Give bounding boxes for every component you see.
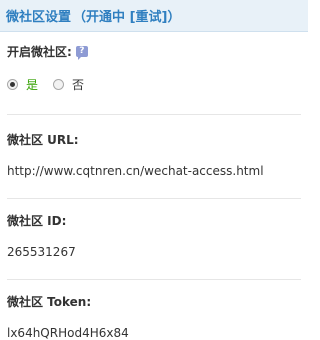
panel-header: 微社区设置 （开通中 [重试]） xyxy=(0,0,308,32)
status-text: （开通中 [重试]） xyxy=(73,6,180,25)
radio-no-label[interactable]: 否 xyxy=(72,76,84,93)
community-settings-panel: 微社区设置 （开通中 [重试]） 开启微社区: ? 是 否 微社区 URL: h… xyxy=(0,0,308,340)
id-label: 微社区 ID: xyxy=(7,214,67,228)
id-value: 265531267 xyxy=(7,245,76,259)
radio-yes-label[interactable]: 是 xyxy=(26,76,38,93)
help-icon[interactable]: ? xyxy=(75,46,88,60)
token-section: 微社区 Token: lx64hQRHod4H6x84 xyxy=(0,280,308,340)
url-section: 微社区 URL: http://www.cqtnren.cn/wechat-ac… xyxy=(0,115,308,178)
enable-section: 开启微社区: ? 是 否 xyxy=(0,32,308,93)
token-value: lx64hQRHod4H6x84 xyxy=(7,326,129,340)
reset-link[interactable]: [重试] xyxy=(130,10,168,25)
radio-yes[interactable] xyxy=(7,79,18,90)
enable-label: 开启微社区: xyxy=(7,45,72,59)
enable-radio-group: 是 否 xyxy=(7,76,308,93)
status-close: ） xyxy=(167,10,181,25)
url-label: 微社区 URL: xyxy=(7,133,79,147)
token-label: 微社区 Token: xyxy=(7,295,92,309)
enable-label-row: 开启微社区: ? xyxy=(7,43,308,60)
radio-no[interactable] xyxy=(53,79,65,90)
id-section: 微社区 ID: 265531267 xyxy=(0,199,308,259)
url-value: http://www.cqtnren.cn/wechat-access.html xyxy=(7,164,264,178)
panel-title: 微社区设置 xyxy=(6,10,72,25)
status-open: （开通中 xyxy=(73,10,126,25)
